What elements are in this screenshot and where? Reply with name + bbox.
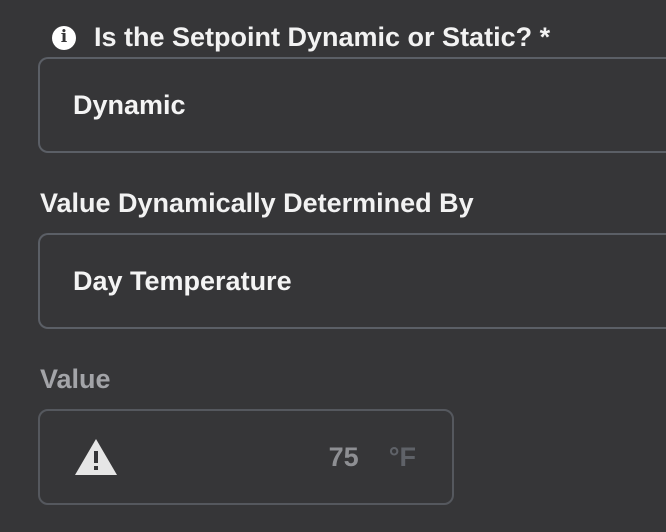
dynamic-source-select[interactable]: Day Temperature [38,233,666,329]
value-label-row: Value [40,366,111,393]
setpoint-form: i Is the Setpoint Dynamic or Static? * D… [0,0,666,532]
value-readout: 75 °F [329,442,416,473]
info-icon[interactable]: i [52,25,76,50]
warning-triangle-icon [74,438,118,476]
value-label: Value [40,364,111,394]
dynamic-source-value: Day Temperature [73,265,292,296]
value-number: 75 [328,441,359,472]
dynamic-source-label-row: Value Dynamically Determined By [40,190,474,217]
setpoint-type-label: Is the Setpoint Dynamic or Static? * [94,22,551,52]
dynamic-source-label: Value Dynamically Determined By [40,188,474,218]
setpoint-type-value: Dynamic [73,89,186,120]
value-unit: °F [388,441,416,472]
value-input[interactable]: 75 °F [38,409,454,505]
setpoint-type-select[interactable]: Dynamic [38,57,666,153]
setpoint-type-label-row: i Is the Setpoint Dynamic or Static? * [52,24,550,51]
